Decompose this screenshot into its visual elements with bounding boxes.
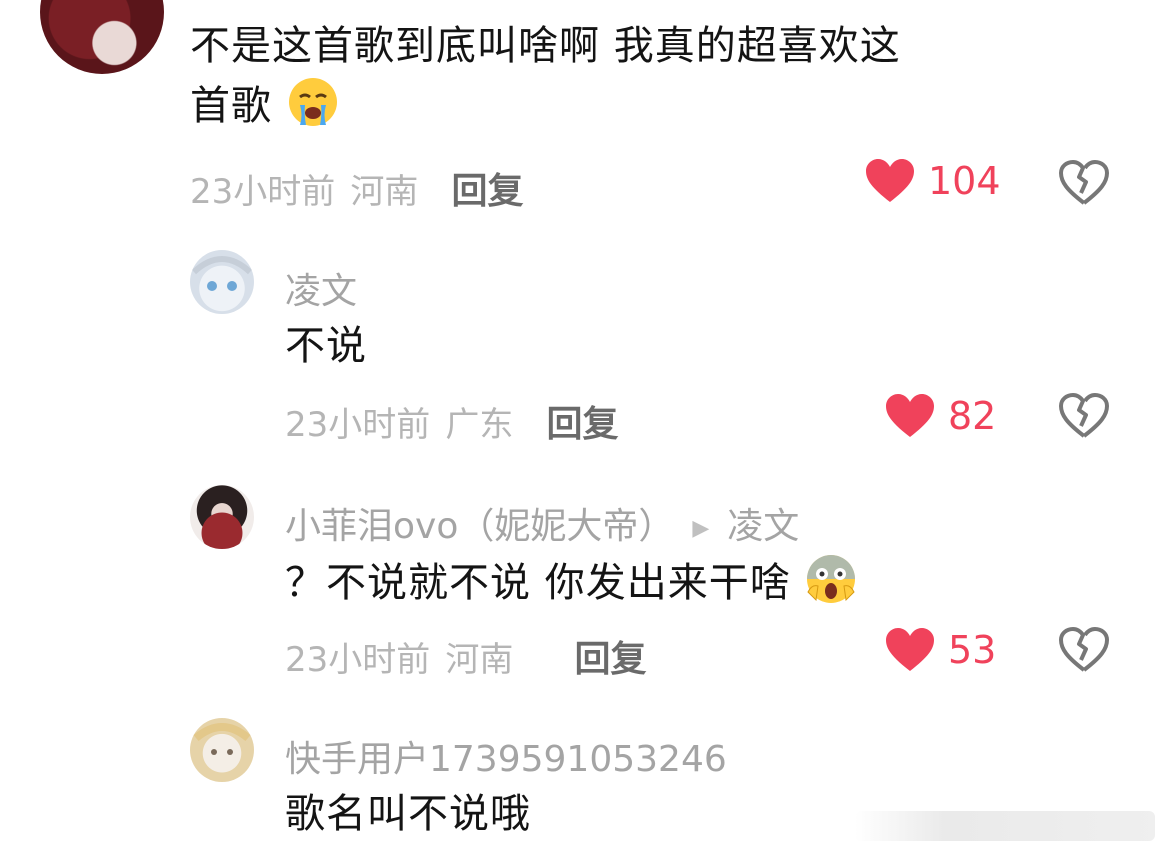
comment-username[interactable]: 凌文 <box>285 262 357 314</box>
comment-text: 歌名叫不说哦 <box>285 791 531 837</box>
comment-meta: 23小时前 广东 回复 <box>285 395 618 447</box>
like-count: 82 <box>948 394 997 438</box>
heart-icon <box>886 394 934 437</box>
avatar[interactable] <box>190 485 254 549</box>
like-button[interactable]: 104 <box>864 158 1001 204</box>
comment-meta: 23小时前 河南 回复 <box>285 630 646 682</box>
loudly-crying-face-emoji-icon <box>286 75 340 145</box>
comment-text: ？不说就不说 你发出来干啥 <box>285 560 791 606</box>
comment-text-line: ？不说就不说 你发出来干啥 <box>285 552 858 622</box>
comment-text: 首歌 <box>190 83 272 129</box>
like-count: 53 <box>948 628 997 672</box>
comment-username[interactable]: 快手用户1739591053246 <box>285 730 727 782</box>
watermark <box>855 811 1155 841</box>
comment-location: 河南 <box>445 640 514 680</box>
like-count: 104 <box>928 159 1001 203</box>
comment-time: 23小时前 <box>285 640 431 680</box>
reply-button[interactable]: 回复 <box>574 639 646 680</box>
like-button[interactable]: 53 <box>884 627 996 673</box>
comment-text-line1: 不是这首歌到底叫啥啊 我真的超喜欢这 <box>190 23 901 69</box>
avatar[interactable] <box>190 718 254 782</box>
avatar[interactable] <box>190 250 254 314</box>
heart-icon <box>886 628 934 671</box>
comment-location: 河南 <box>350 172 419 212</box>
face-screaming-in-fear-emoji-icon <box>804 552 858 622</box>
comment-location: 广东 <box>445 405 514 445</box>
like-button[interactable]: 82 <box>884 393 996 439</box>
reply-arrow-icon: ▶ <box>692 515 710 541</box>
reply-button[interactable]: 回复 <box>546 404 618 445</box>
comment-text: 不说 <box>285 323 367 369</box>
reply-to-username[interactable]: 凌文 <box>727 506 799 547</box>
avatar[interactable] <box>40 0 164 74</box>
reply-button[interactable]: 回复 <box>451 171 523 212</box>
comment-text-line2: 首歌 <box>190 75 340 145</box>
broken-heart-icon[interactable] <box>1058 393 1110 439</box>
comment-time: 23小时前 <box>285 405 431 445</box>
comment-username-line: 小菲泪ovo（妮妮大帝） ▶ 凌文 <box>285 497 799 549</box>
heart-icon <box>866 159 914 202</box>
comment-meta: 23小时前 河南 回复 <box>190 162 523 214</box>
comment-username[interactable]: 小菲泪ovo（妮妮大帝） <box>285 506 674 547</box>
broken-heart-icon[interactable] <box>1058 160 1110 206</box>
comment-time: 23小时前 <box>190 172 336 212</box>
broken-heart-icon[interactable] <box>1058 627 1110 673</box>
